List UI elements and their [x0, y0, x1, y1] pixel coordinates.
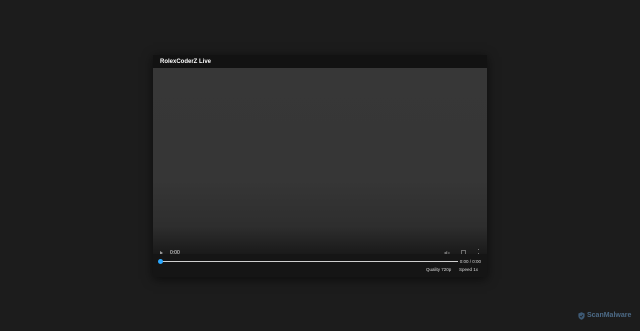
- custom-player-controls: 0:00 / 0:00 Quality 720p Speed 1x: [153, 254, 487, 277]
- speed-selector[interactable]: Speed 1x: [459, 267, 478, 273]
- watermark: ScanMalware: [578, 311, 631, 321]
- watermark-text: ScanMalware: [587, 312, 632, 319]
- page: RolexCoderZ Live 0:00 0:00 / 0:00 Qualit…: [0, 0, 640, 331]
- video-player-card: RolexCoderZ Live 0:00 0:00 / 0:00 Qualit…: [153, 55, 487, 277]
- player-title: RolexCoderZ Live: [160, 59, 212, 65]
- quality-selector[interactable]: Quality 720p: [426, 267, 451, 273]
- time-readout: 0:00 / 0:00: [459, 259, 481, 264]
- player-header: RolexCoderZ Live: [153, 55, 487, 68]
- scanmalware-logo-icon: [578, 312, 585, 320]
- seek-thumb[interactable]: [157, 259, 163, 264]
- video-viewport[interactable]: 0:00: [153, 68, 487, 261]
- seek-bar[interactable]: [160, 261, 458, 262]
